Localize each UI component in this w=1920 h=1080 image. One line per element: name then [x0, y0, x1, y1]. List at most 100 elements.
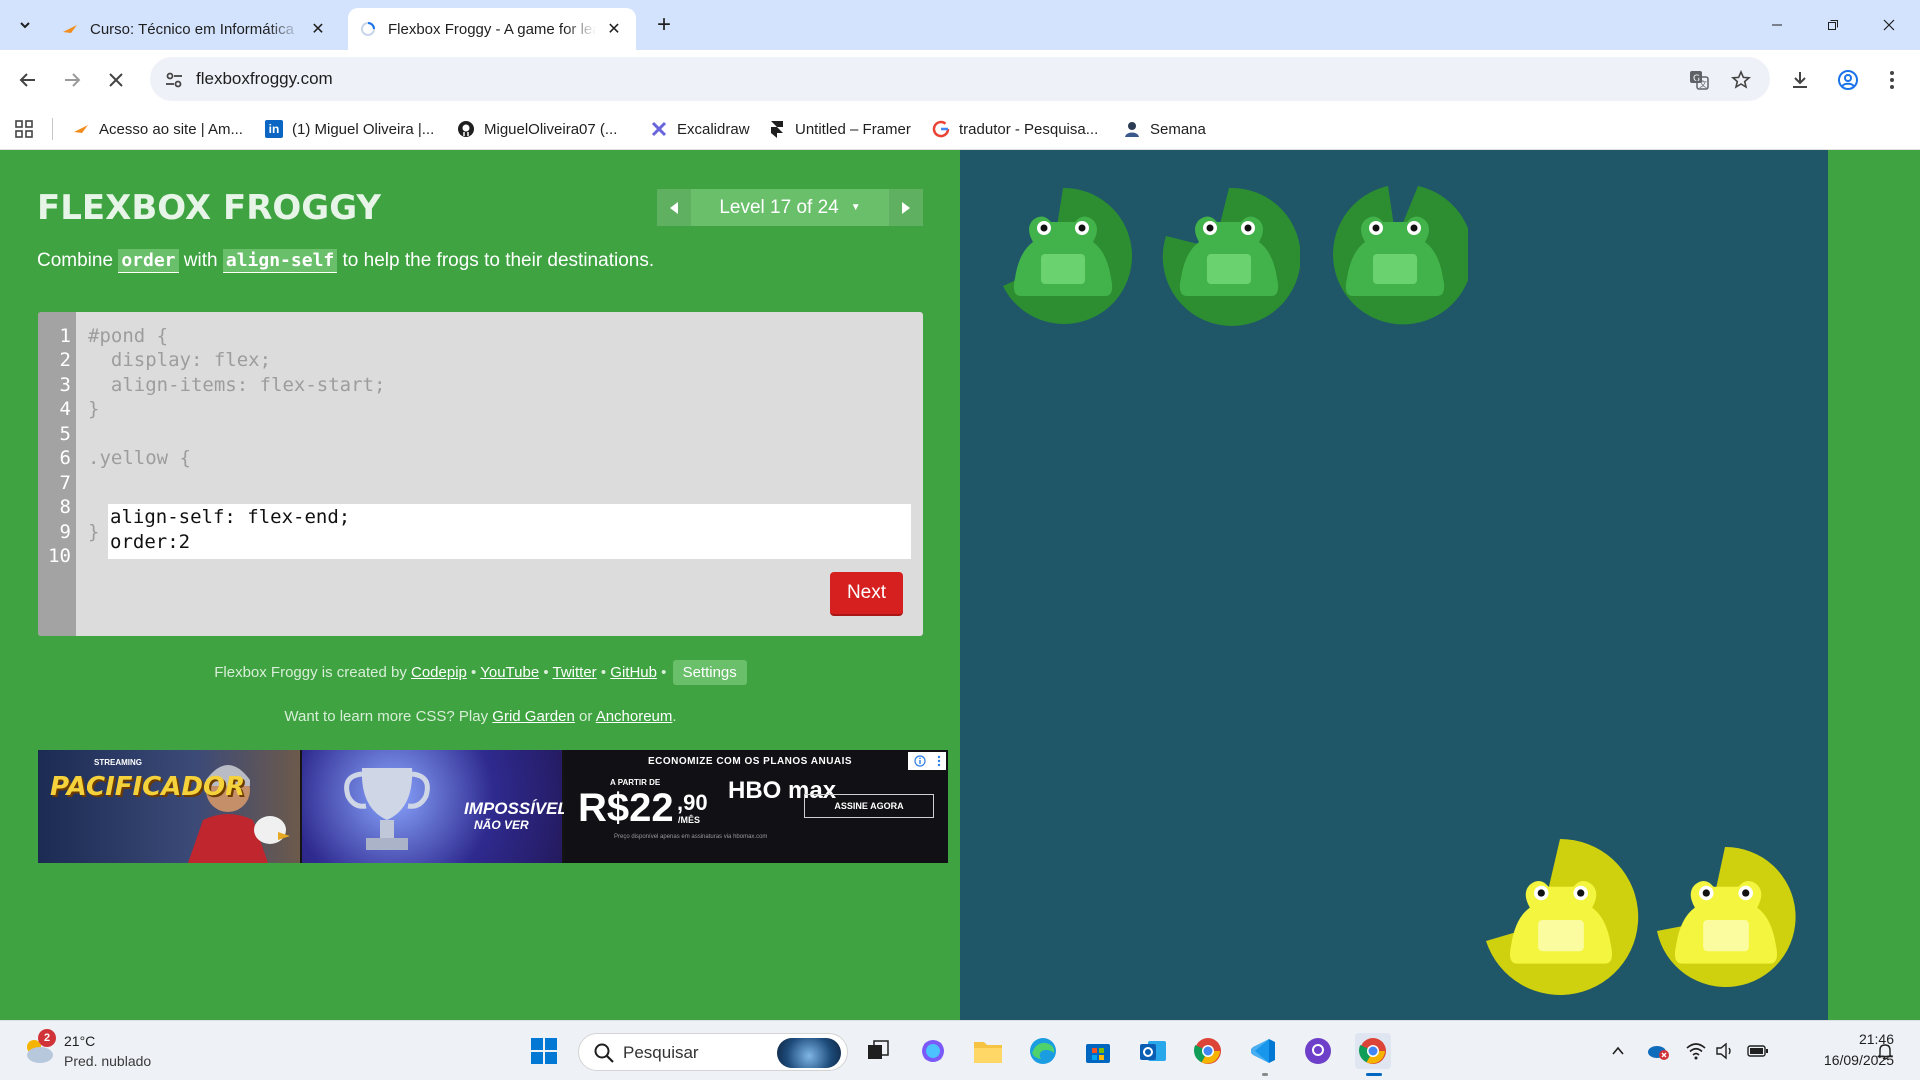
tab-flexbox-froggy[interactable]: Flexbox Froggy - A game for lea ✕ [348, 8, 636, 50]
code-order[interactable]: order [118, 249, 179, 273]
outlook-icon[interactable] [1135, 1033, 1171, 1069]
address-bar[interactable]: flexboxfroggy.com G文 [150, 57, 1770, 101]
temperature[interactable]: 21°C [64, 1033, 95, 1049]
advertisement-banner[interactable]: STREAMING PACIFICADOR IMPOSSÍVEL NÃO VER… [38, 750, 948, 863]
chrome-active-icon[interactable] [1355, 1033, 1391, 1069]
ad-info-icon[interactable] [908, 752, 946, 770]
google-g-icon [932, 120, 950, 138]
orange-wing-icon [62, 21, 78, 37]
vscode-icon[interactable] [1245, 1033, 1281, 1069]
github-desktop-icon[interactable] [1300, 1033, 1336, 1069]
next-button[interactable]: Next [830, 572, 903, 616]
ad-panel-hbomax[interactable]: ECONOMIZE COM OS PLANOS ANUAIS A PARTIR … [564, 750, 948, 863]
sidebar: Flexbox Froggy Level 17 of 24 ▼ Combine … [0, 150, 960, 1020]
volume-icon[interactable] [1713, 1039, 1737, 1063]
microsoft-store-icon[interactable] [1080, 1033, 1116, 1069]
edge-browser-icon[interactable] [1025, 1033, 1061, 1069]
github-link[interactable]: GitHub [610, 664, 657, 681]
loading-spinner-icon [360, 21, 376, 37]
url-text[interactable]: flexboxfroggy.com [196, 69, 333, 89]
pond-board [960, 150, 1828, 1020]
line-number: 1 [59, 325, 71, 347]
code-line: align-items: flex-start; [88, 374, 386, 396]
bookmark-linkedin[interactable]: in (1) Miguel Oliveira |... [265, 116, 434, 142]
hero-illustration-icon [188, 765, 290, 863]
onedrive-error-icon[interactable] [1646, 1039, 1670, 1063]
twitter-link[interactable]: Twitter [553, 664, 597, 681]
bookmark-acesso[interactable]: Acesso ao site | Am... [72, 116, 243, 142]
bookmark-tradutor[interactable]: tradutor - Pesquisa... [932, 116, 1098, 142]
site-settings-icon[interactable] [164, 70, 184, 90]
taskbar-search-input[interactable]: Pesquisar [578, 1033, 848, 1071]
previous-level-arrow-icon[interactable] [657, 189, 691, 226]
close-window-icon[interactable] [1866, 10, 1912, 40]
code-line: display: flex; [88, 349, 272, 371]
code-line: } [88, 521, 100, 543]
grid-garden-link[interactable]: Grid Garden [492, 708, 575, 725]
instructions-prefix: Combine [37, 250, 119, 271]
bookmark-label: Acesso ao site | Am... [99, 120, 243, 138]
task-view-icon[interactable] [860, 1033, 896, 1069]
wifi-icon[interactable] [1684, 1039, 1708, 1063]
codepip-link[interactable]: Codepip [411, 664, 467, 681]
next-level-arrow-icon[interactable] [889, 189, 923, 226]
caret-down-icon: ▼ [850, 202, 861, 213]
minimize-icon[interactable] [1754, 10, 1800, 40]
bookmark-star-icon[interactable] [1730, 69, 1752, 91]
settings-button[interactable]: Settings [672, 660, 747, 685]
running-app-indicator [1262, 1073, 1268, 1076]
divider [52, 118, 53, 140]
line-number: 4 [59, 398, 71, 420]
page-margin [1828, 150, 1920, 1020]
translate-icon[interactable]: G文 [1688, 69, 1710, 91]
new-tab-plus-icon[interactable]: + [650, 12, 678, 40]
tab-search-chevron-icon[interactable] [9, 11, 41, 39]
level-label: Level 17 of 24 [719, 196, 839, 218]
search-icon [594, 1043, 614, 1063]
learn-more-suffix: . [672, 708, 677, 725]
ad-subtitle: NÃO VER [474, 818, 529, 832]
game-logo: Flexbox Froggy [37, 188, 381, 228]
code-line: .yellow { [88, 447, 191, 469]
trophy-icon [344, 768, 430, 850]
ad-cta-button[interactable]: ASSINE AGORA [804, 794, 934, 818]
code-align-self[interactable]: align-self [222, 249, 338, 273]
copilot-icon[interactable] [915, 1033, 951, 1069]
menu-kebab-icon[interactable] [1878, 66, 1906, 94]
bookmark-framer[interactable]: Untitled – Framer [768, 116, 911, 142]
anchoreum-link[interactable]: Anchoreum [596, 708, 673, 725]
credits: Flexbox Froggy is created by Codepip • Y… [38, 660, 923, 685]
tab-title: Curso: Técnico em Informática - [90, 20, 300, 38]
ad-panel-pacificador[interactable]: STREAMING PACIFICADOR [38, 750, 300, 863]
close-tab-icon[interactable]: ✕ [604, 19, 624, 39]
restore-icon[interactable] [1810, 10, 1856, 40]
bullet: • [466, 664, 481, 681]
ad-panel-champions[interactable]: IMPOSSÍVEL NÃO VER [302, 750, 568, 863]
line-number-gutter: 1 2 3 4 5 6 7 8 9 10 [38, 312, 76, 636]
profile-icon[interactable] [1834, 66, 1862, 94]
windows-start-icon[interactable] [526, 1033, 562, 1069]
chrome-icon[interactable] [1190, 1033, 1226, 1069]
weather-description[interactable]: Pred. nublado [64, 1053, 151, 1069]
back-arrow-icon[interactable] [12, 64, 44, 96]
tab-curso[interactable]: Curso: Técnico em Informática - ✕ [50, 8, 340, 50]
bookmark-github[interactable]: MiguelOliveira07 (... [457, 116, 617, 142]
level-selector[interactable]: Level 17 of 24 ▼ [691, 189, 889, 226]
notification-bell-icon[interactable] [1873, 1039, 1897, 1063]
line-number: 10 [48, 545, 71, 567]
bookmark-semana[interactable]: Semana [1123, 116, 1206, 142]
stop-loading-icon[interactable] [100, 64, 132, 96]
file-explorer-icon[interactable] [970, 1033, 1006, 1069]
ad-small-text: STREAMING [94, 758, 142, 767]
apps-grid-icon[interactable] [14, 119, 34, 139]
css-input-textarea[interactable]: align-self: flex-end; order:2 [108, 504, 911, 559]
youtube-link[interactable]: YouTube [480, 664, 539, 681]
level-instructions: Combine order with align-self to help th… [37, 249, 654, 273]
chevron-up-icon[interactable] [1606, 1039, 1630, 1063]
bookmark-excalidraw[interactable]: Excalidraw [650, 116, 750, 142]
bookmarks-bar: Acesso ao site | Am... in (1) Miguel Oli… [0, 108, 1920, 150]
battery-icon[interactable] [1746, 1039, 1770, 1063]
close-tab-icon[interactable]: ✕ [308, 19, 328, 39]
forward-arrow-icon[interactable] [56, 64, 88, 96]
download-icon[interactable] [1786, 66, 1814, 94]
